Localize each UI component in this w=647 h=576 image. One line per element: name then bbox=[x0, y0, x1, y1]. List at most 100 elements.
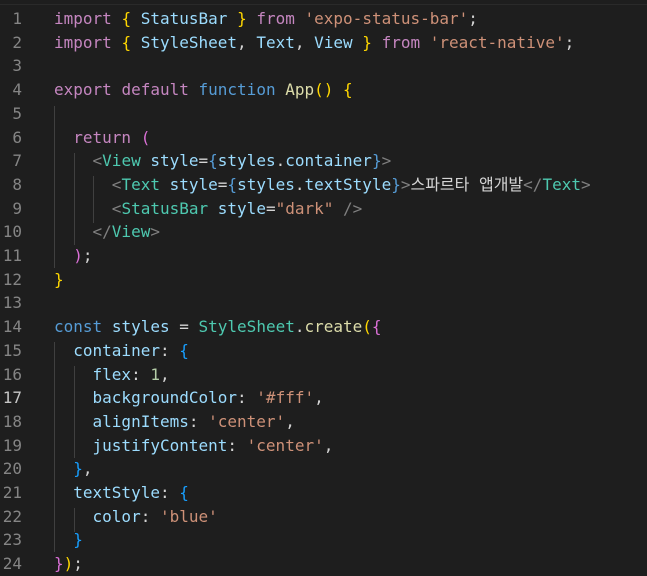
line-number: 18 bbox=[2, 411, 22, 431]
line-number: 19 bbox=[2, 435, 22, 455]
code-token: textStyle bbox=[73, 483, 160, 502]
code-token: . bbox=[294, 174, 305, 194]
code-token: justifyContent bbox=[92, 435, 228, 455]
code-line[interactable]: <View style={styles.container}> bbox=[54, 149, 392, 173]
line-number: 2 bbox=[12, 32, 22, 52]
code-token: App bbox=[285, 80, 315, 100]
code-token: </ bbox=[92, 222, 112, 242]
code-line[interactable]: } bbox=[54, 268, 64, 292]
code-token: , bbox=[285, 411, 295, 431]
line-number: 13 bbox=[2, 293, 22, 313]
code-token: : bbox=[159, 340, 180, 360]
code-line[interactable]: } bbox=[54, 528, 83, 552]
code-token: > bbox=[150, 222, 160, 242]
line-number: 14 bbox=[2, 317, 22, 337]
code-token: 'center' bbox=[208, 411, 286, 431]
code-token: { bbox=[343, 80, 353, 100]
code-token: style bbox=[169, 174, 218, 194]
code-token: function bbox=[198, 80, 276, 100]
code-line[interactable]: const styles = StyleSheet.create({ bbox=[54, 315, 382, 339]
line-number: 4 bbox=[12, 80, 22, 100]
code-line[interactable]: </View> bbox=[54, 220, 160, 244]
code-editor[interactable]: 1 2 3 4 5 6 7 8 9 10 11 12 13 14 15 16 17 18 19 20 21 22 23 24 … bbox=[0, 0, 647, 576]
code-token: const bbox=[54, 317, 103, 337]
code-line[interactable]: <Text style={styles.textStyle}>스파르타 앱개발<… bbox=[54, 173, 591, 197]
code-token: '#fff' bbox=[256, 388, 315, 408]
code-token: import bbox=[54, 32, 112, 52]
code-token: > bbox=[381, 151, 392, 171]
code-token: "dark" bbox=[275, 198, 334, 218]
line-number: 1 bbox=[12, 9, 22, 28]
code-token: { bbox=[121, 9, 132, 28]
code-token: StatusBar bbox=[140, 9, 228, 28]
code-token: StatusBar bbox=[121, 198, 209, 218]
code-line[interactable]: import { StatusBar } from 'expo-status-b… bbox=[54, 7, 478, 31]
code-token: } bbox=[73, 530, 83, 550]
code-token: return bbox=[73, 127, 132, 147]
code-token: , bbox=[237, 32, 257, 52]
code-token: = bbox=[198, 151, 209, 171]
code-token: : bbox=[237, 388, 257, 408]
code-line[interactable]: backgroundColor: '#fff', bbox=[54, 386, 324, 410]
code-token: < bbox=[92, 151, 103, 171]
code-token: < bbox=[111, 198, 122, 218]
code-token: Text bbox=[121, 174, 160, 194]
code-line[interactable]: export default function App() { bbox=[54, 78, 353, 102]
code-line[interactable]: <StatusBar style="dark" /> bbox=[54, 197, 363, 221]
line-number: 7 bbox=[12, 151, 22, 171]
code-token: 'expo-status-bar' bbox=[304, 9, 469, 28]
code-token: import bbox=[54, 9, 112, 28]
code-token: < bbox=[111, 174, 122, 194]
code-token: export bbox=[54, 80, 112, 100]
code-token: : bbox=[159, 483, 180, 502]
code-line[interactable]: justifyContent: 'center', bbox=[54, 434, 334, 458]
code-line[interactable]: import { StyleSheet, Text, View } from '… bbox=[54, 31, 574, 55]
line-number: 8 bbox=[12, 174, 22, 194]
code-line[interactable]: }); bbox=[54, 552, 83, 576]
line-number: 10 bbox=[2, 222, 22, 242]
code-token: 'blue' bbox=[159, 506, 218, 526]
code-token: ) bbox=[73, 246, 83, 265]
code-token: color bbox=[92, 506, 141, 526]
code-token: } bbox=[391, 174, 401, 194]
code-token: 1 bbox=[150, 364, 160, 384]
code-line[interactable]: flex: 1, bbox=[54, 363, 170, 387]
code-line[interactable]: alignItems: 'center', bbox=[54, 410, 295, 434]
code-token: } bbox=[73, 459, 83, 479]
code-token: { bbox=[179, 483, 189, 502]
line-number: 6 bbox=[12, 127, 22, 147]
code-token: , bbox=[159, 364, 170, 384]
code-line[interactable]: textStyle: { bbox=[54, 481, 189, 505]
code-line[interactable]: container: { bbox=[54, 339, 189, 363]
line-number: 24 bbox=[2, 554, 22, 574]
code-token: : bbox=[131, 364, 151, 384]
code-token: container bbox=[285, 151, 372, 171]
code-line[interactable]: color: 'blue' bbox=[54, 505, 218, 529]
code-line[interactable]: }, bbox=[54, 457, 92, 481]
code-token: ; bbox=[73, 554, 83, 574]
code-token: . bbox=[275, 151, 286, 171]
code-line[interactable]: return ( bbox=[54, 126, 150, 150]
code-line[interactable]: ); bbox=[54, 244, 92, 268]
code-token: ; bbox=[564, 32, 575, 52]
code-token: 'center' bbox=[246, 435, 324, 455]
line-number: 20 bbox=[2, 459, 22, 479]
code-token: { bbox=[371, 317, 382, 337]
code-token: { bbox=[227, 174, 238, 194]
